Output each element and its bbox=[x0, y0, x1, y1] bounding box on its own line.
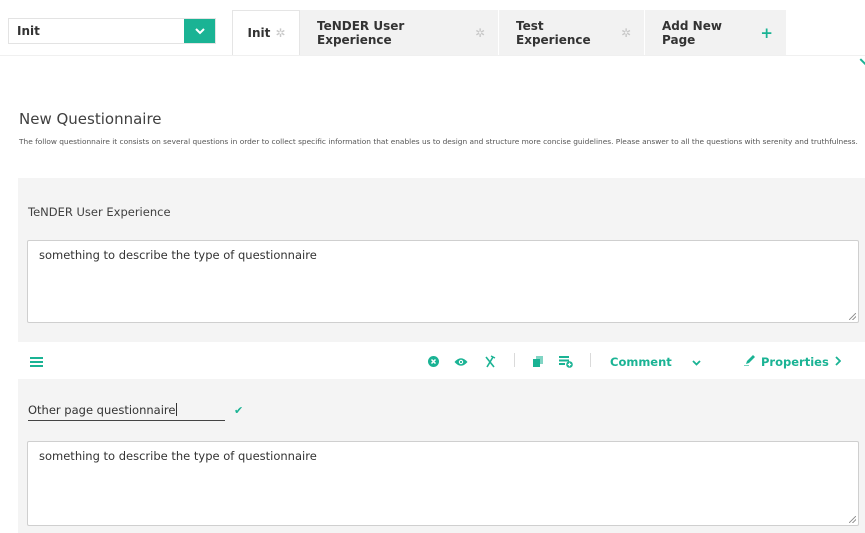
page-description-textarea[interactable]: something to describe the type of questi… bbox=[27, 441, 859, 526]
chevron-right-icon[interactable] bbox=[855, 58, 865, 70]
gear-icon[interactable]: ✲ bbox=[621, 26, 631, 40]
copy-icon[interactable] bbox=[533, 344, 543, 379]
top-bar: Init Init ✲ TeNDER User Experience ✲ Tes… bbox=[0, 0, 865, 55]
divider bbox=[0, 55, 865, 56]
chevron-down-icon[interactable] bbox=[184, 19, 215, 43]
page-tabs: Init ✲ TeNDER User Experience ✲ Test Exp… bbox=[232, 10, 787, 55]
properties-button[interactable]: Properties bbox=[744, 344, 842, 379]
eye-icon[interactable] bbox=[454, 344, 468, 379]
text-cursor bbox=[176, 403, 178, 416]
resize-handle-icon[interactable] bbox=[849, 516, 856, 523]
page-title-input-value: Other page questionnaire bbox=[28, 403, 176, 417]
page-panel: TeNDER User Experience something to desc… bbox=[18, 178, 865, 342]
required-icon[interactable] bbox=[484, 344, 496, 379]
page-description-text: something to describe the type of questi… bbox=[39, 449, 317, 463]
chevron-right-icon bbox=[835, 355, 842, 369]
tab-add-new-page[interactable]: Add New Page + bbox=[645, 10, 787, 55]
page-toolbar: Comment Properties bbox=[18, 344, 865, 379]
plus-icon[interactable]: + bbox=[760, 24, 773, 42]
page-title: New Questionnaire bbox=[19, 110, 162, 128]
page-description-text: something to describe the type of questi… bbox=[39, 248, 317, 262]
gear-icon[interactable]: ✲ bbox=[275, 26, 285, 40]
check-icon[interactable]: ✔ bbox=[234, 404, 243, 417]
comment-dropdown[interactable]: Comment bbox=[610, 344, 701, 379]
questionnaire-description: The follow questionnaire it consists on … bbox=[19, 137, 858, 146]
tab-label: Init bbox=[247, 26, 271, 40]
page-selector-value: Init bbox=[17, 24, 40, 38]
comment-label: Comment bbox=[610, 354, 672, 369]
page-title-input[interactable]: Other page questionnaire bbox=[28, 403, 225, 421]
hamburger-menu-icon[interactable] bbox=[30, 344, 43, 379]
delete-icon[interactable] bbox=[428, 344, 439, 379]
tab-label: Add New Page bbox=[662, 18, 722, 47]
page-panel-selected: Other page questionnaire ✔ something to … bbox=[18, 379, 865, 533]
tab-init[interactable]: Init ✲ bbox=[232, 10, 300, 55]
tab-label: Test Experience bbox=[516, 18, 591, 47]
page-title-label: TeNDER User Experience bbox=[28, 205, 171, 219]
page-selector[interactable]: Init bbox=[8, 18, 216, 44]
resize-handle-icon[interactable] bbox=[849, 313, 856, 320]
chevron-down-icon bbox=[692, 355, 701, 369]
gear-icon[interactable]: ✲ bbox=[475, 26, 485, 40]
page-description-textarea[interactable]: something to describe the type of questi… bbox=[27, 240, 859, 323]
pencil-icon bbox=[744, 354, 756, 369]
properties-label: Properties bbox=[761, 354, 829, 369]
divider bbox=[514, 353, 515, 367]
tab-tender-user-experience[interactable]: TeNDER User Experience ✲ bbox=[300, 10, 499, 55]
tab-label: TeNDER User Experience bbox=[317, 18, 405, 47]
add-to-list-icon[interactable] bbox=[559, 344, 573, 379]
tab-test-experience[interactable]: Test Experience ✲ bbox=[499, 10, 645, 55]
divider bbox=[590, 353, 591, 367]
